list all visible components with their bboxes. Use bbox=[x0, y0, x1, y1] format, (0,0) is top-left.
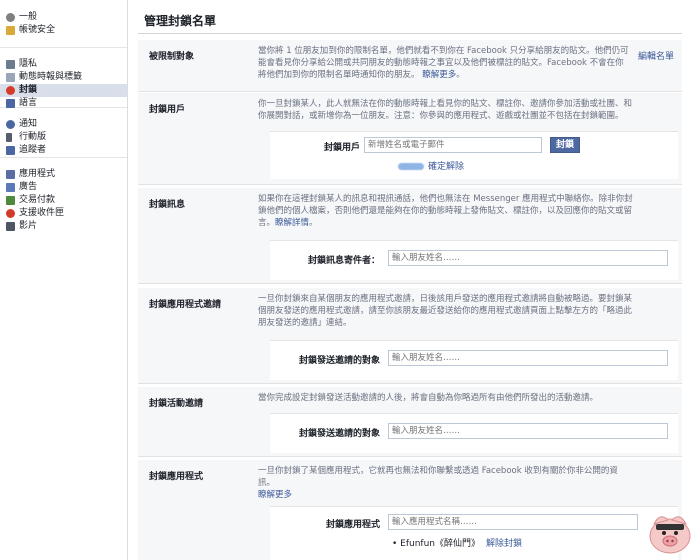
sidebar-group-notifications: 通知 行動版 追蹤者 bbox=[0, 108, 127, 158]
sidebar-item-label: 支援收件匣 bbox=[19, 208, 65, 218]
unblock-link[interactable]: 確定解除 bbox=[428, 162, 464, 172]
blocked-app-row: • Efunfun《醉仙門》 解除封鎖 bbox=[392, 536, 522, 549]
section-label: 被限制對象 bbox=[149, 52, 195, 62]
sidebar-item-label: 語言 bbox=[19, 98, 38, 108]
sidebar-item-notifications[interactable]: 通知 bbox=[0, 118, 127, 131]
sidebar-group-apps: 應用程式 廣告 交易付款 支援收件匣 影片 bbox=[0, 158, 127, 239]
sidebar-item-mobile[interactable]: 行動版 bbox=[0, 131, 127, 144]
sidebar-item-label: 應用程式 bbox=[19, 169, 56, 179]
learn-more-link[interactable]: 瞭解更多 bbox=[258, 490, 292, 500]
sidebar-group-privacy: 隱私 動態時報與標籤 封鎖 語言 bbox=[0, 48, 127, 108]
sidebar-item-label: 通知 bbox=[19, 119, 38, 129]
section-description: 你一旦封鎖某人，此人就無法在你的動態時報上看見你的貼文、標註你、邀請你參加活動或… bbox=[258, 99, 633, 121]
section-block-event-invites: 封鎖活動邀請 當你完成設定封鎖發送活動邀請的人後，將會自動為你略過所有由他們所發… bbox=[138, 387, 682, 457]
apps-icon bbox=[6, 170, 15, 179]
sidebar-item-followers[interactable]: 追蹤者 bbox=[0, 144, 127, 157]
learn-more-link[interactable]: 瞭解更多 bbox=[422, 70, 456, 80]
section-label: 封鎖用戶 bbox=[149, 105, 186, 115]
sidebar-item-label: 一般 bbox=[19, 12, 38, 22]
title-divider bbox=[138, 33, 682, 34]
phone-icon bbox=[6, 133, 12, 142]
settings-sidebar: 一般 帳號安全 隱私 動態時報與標籤 封鎖 語言 通知 行動版 追蹤者 應用程式… bbox=[0, 0, 128, 560]
gear-icon bbox=[6, 13, 15, 22]
bullet: • bbox=[392, 539, 401, 549]
section-block-app-invites: 封鎖應用程式邀請 一旦你封鎖來自某個朋友的應用程式邀請，日後該用戶發送的應用程式… bbox=[138, 288, 682, 384]
section-description: 一旦你封鎖來自某個朋友的應用程式邀請，日後該用戶發送的應用程式邀請將自動被略過。… bbox=[258, 294, 633, 328]
timeline-icon bbox=[6, 73, 15, 82]
sidebar-item-privacy[interactable]: 隱私 bbox=[0, 58, 127, 71]
block-users-form: 封鎖用戶 封鎖 確定解除 bbox=[270, 131, 678, 179]
page-title: 管理封鎖名單 bbox=[144, 14, 217, 28]
sidebar-item-label: 動態時報與標籤 bbox=[19, 72, 83, 82]
sidebar-item-support-inbox[interactable]: 支援收件匣 bbox=[0, 207, 127, 220]
block-app-invites-input[interactable] bbox=[388, 350, 668, 366]
learn-details-link[interactable]: 瞭解詳情 bbox=[275, 218, 309, 228]
block-app-invites-form: 封鎖發送邀請的對象 bbox=[270, 340, 678, 380]
lock-icon bbox=[6, 60, 15, 69]
section-description: 當你將 1 位朋友加到你的限制名單，他們就看不到你在 Facebook 只分享給… bbox=[258, 46, 629, 80]
description-text: 如果你在這裡封鎖某人的訊息和視訊通話，他們也無法在 Messenger 應用程式… bbox=[258, 194, 633, 228]
sidebar-item-payments[interactable]: 交易付款 bbox=[0, 194, 127, 207]
sidebar-item-videos[interactable]: 影片 bbox=[0, 220, 127, 233]
block-user-label: 封鎖用戶 bbox=[323, 143, 360, 153]
sidebar-item-label: 帳號安全 bbox=[19, 25, 56, 35]
block-messages-input[interactable] bbox=[388, 250, 668, 266]
blocking-settings-panel: 管理封鎖名單 被限制對象 當你將 1 位朋友加到你的限制名單，他們就看不到你在 … bbox=[138, 0, 682, 560]
section-description: 如果你在這裡封鎖某人的訊息和視訊通話，他們也無法在 Messenger 應用程式… bbox=[258, 194, 633, 228]
video-icon bbox=[6, 222, 15, 231]
sidebar-item-security[interactable]: 帳號安全 bbox=[0, 24, 127, 37]
language-icon bbox=[6, 99, 15, 108]
sidebar-item-label: 交易付款 bbox=[19, 195, 56, 205]
block-event-invites-input[interactable] bbox=[388, 423, 668, 439]
block-apps-label: 封鎖應用程式 bbox=[325, 520, 380, 530]
blocked-app-name: Efunfun《醉仙門》 bbox=[400, 539, 481, 549]
section-description: 當你完成設定封鎖發送活動邀請的人後，將會自動為你略過所有由他們所發出的活動邀請。 bbox=[258, 393, 599, 403]
section-description: 一旦你封鎖了某個應用程式，它就再也無法和你聯繫或透過 Facebook 收到有關… bbox=[258, 465, 634, 501]
sidebar-item-label: 隱私 bbox=[19, 59, 38, 69]
block-apps-form: 封鎖應用程式 • Efunfun《醉仙門》解除封鎖 bbox=[270, 506, 678, 560]
block-event-invites-form: 封鎖發送邀請的對象 bbox=[270, 413, 678, 453]
support-icon bbox=[6, 209, 15, 218]
section-restricted-list: 被限制對象 當你將 1 位朋友加到你的限制名單，他們就看不到你在 Faceboo… bbox=[138, 40, 682, 92]
payment-icon bbox=[6, 196, 15, 205]
sidebar-item-timeline[interactable]: 動態時報與標籤 bbox=[0, 71, 127, 84]
shield-icon bbox=[6, 26, 15, 35]
section-block-messages: 封鎖訊息 如果你在這裡封鎖某人的訊息和視訊通話，他們也無法在 Messenger… bbox=[138, 188, 682, 284]
sidebar-item-blocking[interactable]: 封鎖 bbox=[0, 84, 127, 97]
sidebar-item-ads[interactable]: 廣告 bbox=[0, 181, 127, 194]
sidebar-item-apps[interactable]: 應用程式 bbox=[0, 168, 127, 181]
block-event-invites-label: 封鎖發送邀請的對象 bbox=[298, 429, 380, 439]
sidebar-item-label: 行動版 bbox=[19, 132, 47, 142]
edit-list-link[interactable]: 編輯名單 bbox=[638, 49, 674, 62]
unblock-app-link[interactable]: 解除封鎖 bbox=[486, 539, 522, 549]
block-messages-form: 封鎖訊息寄件者： bbox=[270, 240, 678, 280]
section-label: 封鎖應用程式邀請 bbox=[149, 300, 222, 310]
blocked-user-row: 確定解除 bbox=[398, 159, 464, 172]
block-app-invites-label: 封鎖發送邀請的對象 bbox=[298, 356, 380, 366]
rss-icon bbox=[6, 146, 15, 155]
sidebar-item-label: 追蹤者 bbox=[19, 145, 47, 155]
ads-icon bbox=[6, 183, 15, 192]
sidebar-item-general[interactable]: 一般 bbox=[0, 11, 127, 24]
section-label: 封鎖活動邀請 bbox=[149, 399, 204, 409]
sidebar-item-label: 廣告 bbox=[19, 182, 38, 192]
block-icon bbox=[6, 86, 15, 95]
sidebar-item-label: 封鎖 bbox=[19, 85, 38, 95]
pig-mascot-logo bbox=[649, 516, 691, 554]
block-button[interactable]: 封鎖 bbox=[550, 137, 580, 153]
blurred-user-name bbox=[398, 163, 424, 170]
block-apps-input[interactable] bbox=[388, 514, 638, 530]
description-text: 一旦你封鎖了某個應用程式，它就再也無法和你聯繫或透過 Facebook 收到有關… bbox=[258, 466, 618, 488]
section-block-apps: 封鎖應用程式 一旦你封鎖了某個應用程式，它就再也無法和你聯繫或透過 Facebo… bbox=[138, 460, 682, 560]
sidebar-item-label: 影片 bbox=[19, 221, 38, 231]
block-user-input[interactable] bbox=[364, 137, 542, 153]
sidebar-group-account: 一般 帳號安全 bbox=[0, 0, 127, 48]
section-label: 封鎖應用程式 bbox=[149, 472, 204, 482]
section-label: 封鎖訊息 bbox=[149, 200, 186, 210]
globe-icon bbox=[6, 120, 15, 129]
block-messages-label: 封鎖訊息寄件者： bbox=[307, 256, 380, 266]
section-block-users: 封鎖用戶 你一旦封鎖某人，此人就無法在你的動態時報上看見你的貼文、標註你、邀請你… bbox=[138, 93, 682, 185]
